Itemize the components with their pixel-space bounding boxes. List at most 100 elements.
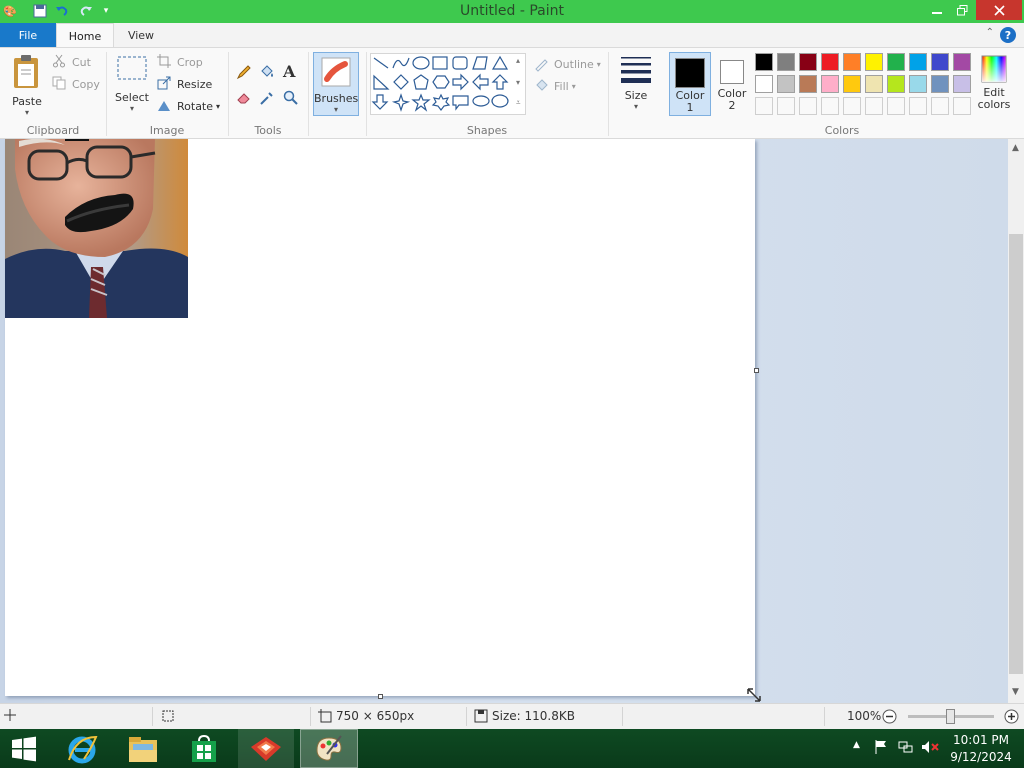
custom-color-slot[interactable] bbox=[953, 97, 971, 115]
color-swatch[interactable] bbox=[821, 75, 839, 93]
color-swatch[interactable] bbox=[799, 75, 817, 93]
pasted-photo[interactable] bbox=[5, 139, 188, 318]
clipboard-group-label: Clipboard bbox=[26, 124, 80, 137]
line-size-icon bbox=[621, 57, 651, 83]
crop-button[interactable]: Crop bbox=[157, 54, 203, 70]
canvas-resize-handle-right[interactable] bbox=[754, 368, 759, 373]
eraser-tool[interactable] bbox=[236, 90, 252, 106]
shapes-expand-icon[interactable]: ⩡ bbox=[516, 98, 521, 108]
size-button[interactable]: Size ▾ bbox=[616, 54, 656, 111]
paint-bucket-icon bbox=[261, 65, 273, 77]
internet-explorer-taskbar-button[interactable] bbox=[54, 729, 110, 768]
custom-color-slot[interactable] bbox=[931, 97, 949, 115]
resize-button[interactable]: Resize bbox=[157, 76, 212, 92]
file-explorer-taskbar-button[interactable] bbox=[115, 729, 171, 768]
canvas-size-icon bbox=[318, 709, 332, 723]
crop-label: Crop bbox=[177, 55, 203, 69]
custom-color-slot[interactable] bbox=[777, 97, 795, 115]
custom-color-slot[interactable] bbox=[865, 97, 883, 115]
color-swatch[interactable] bbox=[755, 75, 773, 93]
action-center-flag-icon[interactable] bbox=[874, 739, 888, 758]
color-swatch[interactable] bbox=[931, 53, 949, 71]
clock-date[interactable]: 9/12/2024 bbox=[942, 750, 1020, 764]
color-swatch[interactable] bbox=[865, 53, 883, 71]
zoom-out-button[interactable] bbox=[882, 709, 897, 724]
app-taskbar-button[interactable] bbox=[238, 729, 294, 768]
text-tool[interactable]: A bbox=[283, 62, 295, 81]
custom-color-slot[interactable] bbox=[909, 97, 927, 115]
minimize-button[interactable] bbox=[926, 0, 948, 20]
start-button[interactable] bbox=[0, 729, 48, 768]
image-group-label: Image bbox=[149, 124, 185, 137]
zoom-in-button[interactable] bbox=[1004, 709, 1019, 724]
magnifier-tool[interactable] bbox=[283, 90, 299, 106]
color-swatch[interactable] bbox=[843, 75, 861, 93]
canvas-resize-handle-corner[interactable] bbox=[746, 687, 762, 703]
store-taskbar-button[interactable] bbox=[176, 729, 232, 768]
color-swatch[interactable] bbox=[777, 53, 795, 71]
scroll-down-icon[interactable]: ▼ bbox=[1012, 687, 1019, 697]
color-swatch[interactable] bbox=[931, 75, 949, 93]
shapes-icons[interactable] bbox=[371, 54, 519, 114]
copy-button[interactable]: Copy bbox=[52, 76, 100, 92]
volume-muted-icon[interactable] bbox=[921, 740, 939, 757]
color-swatch[interactable] bbox=[821, 53, 839, 71]
color2-button[interactable]: Color 2 bbox=[713, 52, 751, 116]
paste-button[interactable]: Paste ▾ bbox=[8, 54, 46, 117]
color-swatch[interactable] bbox=[777, 75, 795, 93]
paint-window: 🎨 ▾ Untitled - Paint File Home View ⌃ ? bbox=[0, 0, 1024, 768]
ribbon: Paste ▾ Cut Copy Clipboard Select ▾ Crop… bbox=[0, 47, 1024, 139]
paste-label: Paste bbox=[12, 95, 42, 108]
drawing-canvas[interactable] bbox=[5, 139, 759, 699]
clock-time[interactable]: 10:01 PM bbox=[942, 733, 1020, 747]
vertical-scrollbar[interactable]: ▲ ▼ bbox=[1008, 139, 1024, 703]
color-swatch[interactable] bbox=[953, 75, 971, 93]
chevron-up-icon[interactable]: ⌃ bbox=[986, 27, 994, 38]
color-swatch[interactable] bbox=[887, 75, 905, 93]
network-icon[interactable] bbox=[898, 740, 914, 757]
custom-color-slot[interactable] bbox=[799, 97, 817, 115]
custom-color-slot[interactable] bbox=[887, 97, 905, 115]
color-swatch[interactable] bbox=[887, 53, 905, 71]
help-icon[interactable]: ? bbox=[1000, 27, 1016, 43]
rotate-button[interactable]: Rotate ▾ bbox=[157, 98, 220, 114]
edit-colors-button[interactable]: Edit colors bbox=[974, 54, 1014, 111]
select-button[interactable]: Select ▾ bbox=[112, 54, 152, 113]
outline-button[interactable]: Outline ▾ bbox=[534, 56, 601, 72]
scrollbar-thumb[interactable] bbox=[1009, 234, 1023, 674]
brushes-button[interactable]: Brushes ▾ bbox=[313, 52, 359, 116]
show-hidden-icons-icon[interactable]: ▲ bbox=[853, 740, 860, 750]
pencil-tool[interactable] bbox=[236, 64, 252, 80]
tab-file[interactable]: File bbox=[0, 23, 56, 47]
fill-label: Fill bbox=[554, 79, 569, 93]
color-swatch[interactable] bbox=[953, 53, 971, 71]
restore-button[interactable] bbox=[950, 0, 974, 20]
paint-taskbar-button[interactable] bbox=[300, 729, 358, 768]
custom-color-slot[interactable] bbox=[755, 97, 773, 115]
tab-home[interactable]: Home bbox=[56, 23, 114, 48]
scroll-up-icon[interactable]: ▲ bbox=[1012, 143, 1019, 153]
shapes-scroll-up-icon[interactable]: ▴ bbox=[516, 56, 520, 65]
color-swatch[interactable] bbox=[799, 53, 817, 71]
store-icon bbox=[192, 734, 216, 762]
zoom-slider-thumb[interactable] bbox=[946, 709, 955, 724]
custom-color-slot[interactable] bbox=[843, 97, 861, 115]
canvas-resize-handle-bottom[interactable] bbox=[378, 694, 383, 699]
custom-color-slot[interactable] bbox=[821, 97, 839, 115]
color-picker-tool[interactable] bbox=[259, 90, 275, 106]
color-swatch[interactable] bbox=[755, 53, 773, 71]
color-swatch[interactable] bbox=[843, 53, 861, 71]
close-button[interactable] bbox=[976, 0, 1022, 20]
disk-icon bbox=[474, 709, 488, 723]
shapes-scroll-down-icon[interactable]: ▾ bbox=[516, 78, 520, 87]
tab-view[interactable]: View bbox=[114, 23, 168, 47]
fill-button[interactable]: Fill ▾ bbox=[534, 78, 576, 94]
color-swatch[interactable] bbox=[909, 75, 927, 93]
copy-icon bbox=[52, 76, 68, 92]
divider bbox=[308, 52, 309, 136]
color-swatch[interactable] bbox=[865, 75, 883, 93]
color-swatch[interactable] bbox=[909, 53, 927, 71]
cut-button[interactable]: Cut bbox=[52, 54, 91, 70]
color1-button[interactable]: Color 1 bbox=[669, 52, 711, 116]
fill-tool[interactable] bbox=[259, 64, 275, 80]
